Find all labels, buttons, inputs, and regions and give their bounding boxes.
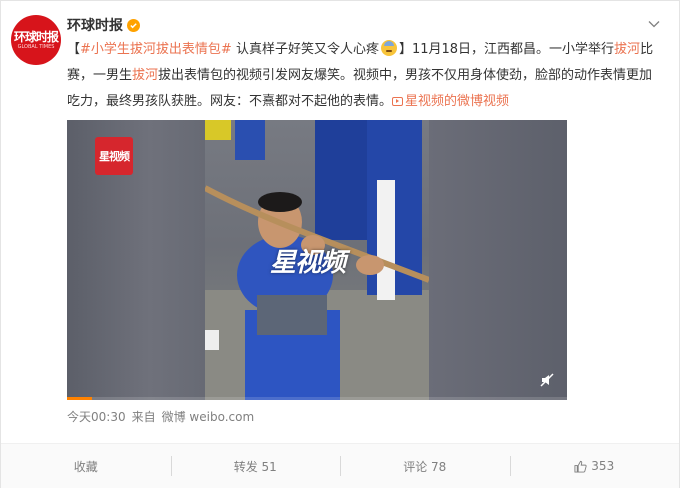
mute-icon[interactable] bbox=[539, 372, 555, 388]
author-name[interactable]: 环球时报 bbox=[67, 15, 123, 35]
video-link-icon bbox=[392, 97, 404, 106]
favorite-label: 收藏 bbox=[73, 459, 98, 474]
post-text-date: 】11月18日，江西都昌。一小学举行 bbox=[398, 42, 615, 57]
channel-logo: 星视频 bbox=[95, 137, 133, 175]
comment-label: 评论 78 bbox=[403, 459, 447, 474]
video-progress-fill bbox=[67, 397, 92, 400]
like-button[interactable]: 353 bbox=[509, 444, 680, 488]
like-count: 353 bbox=[591, 459, 615, 473]
source-prefix: 来自 bbox=[131, 410, 156, 424]
comment-button[interactable]: 评论 78 bbox=[340, 444, 510, 488]
video-progress-bar[interactable] bbox=[67, 397, 567, 400]
post-text-headline: 认真样子好笑又令人心疼 bbox=[231, 42, 379, 57]
video-player[interactable]: 星视频 星视频 bbox=[67, 120, 567, 400]
post-time[interactable]: 今天00:30 bbox=[67, 408, 126, 425]
favorite-button[interactable]: 收藏 bbox=[1, 444, 171, 488]
author-name-row: 环球时报 bbox=[67, 15, 140, 35]
video-blur-left bbox=[67, 120, 205, 400]
topic-link[interactable]: #小学生拔河拔出表情包# bbox=[80, 42, 232, 57]
repost-label: 转发 51 bbox=[233, 459, 277, 474]
repost-button[interactable]: 转发 51 bbox=[170, 444, 341, 488]
keyword-highlight: 拔河 bbox=[132, 68, 159, 83]
emoji-icon bbox=[380, 40, 397, 56]
post-source[interactable]: 微博 weibo.com bbox=[162, 408, 255, 425]
keyword-highlight: 拔河 bbox=[614, 42, 641, 57]
video-blur-right bbox=[429, 120, 567, 400]
avatar-logo-text: 环球时报 bbox=[13, 29, 59, 44]
author-avatar[interactable]: 环球时报 GLOBAL TIMES bbox=[11, 15, 61, 65]
thumbs-up-icon bbox=[574, 460, 587, 473]
verified-icon bbox=[127, 18, 140, 32]
avatar-logo-subtext: GLOBAL TIMES bbox=[17, 43, 55, 50]
post-text: 【#小学生拔河拔出表情包# 认真样子好笑又令人心疼 】11月18日，江西都昌。一小… bbox=[67, 37, 663, 115]
post-meta: 今天00:30 来自 微博 weibo.com bbox=[67, 408, 254, 425]
video-link[interactable]: 星视频的微博视频 bbox=[392, 94, 509, 109]
action-bar: 收藏 转发 51 评论 78 353 bbox=[1, 443, 679, 488]
video-watermark: 星视频 bbox=[270, 248, 346, 278]
chevron-down-icon[interactable] bbox=[647, 17, 661, 31]
video-link-label: 星视频的微博视频 bbox=[405, 94, 510, 109]
weibo-post-card: 环球时报 GLOBAL TIMES 环球时报 【#小学生拔河拔出表情包# 认真样… bbox=[0, 0, 680, 488]
bracket-open: 【 bbox=[67, 42, 81, 57]
